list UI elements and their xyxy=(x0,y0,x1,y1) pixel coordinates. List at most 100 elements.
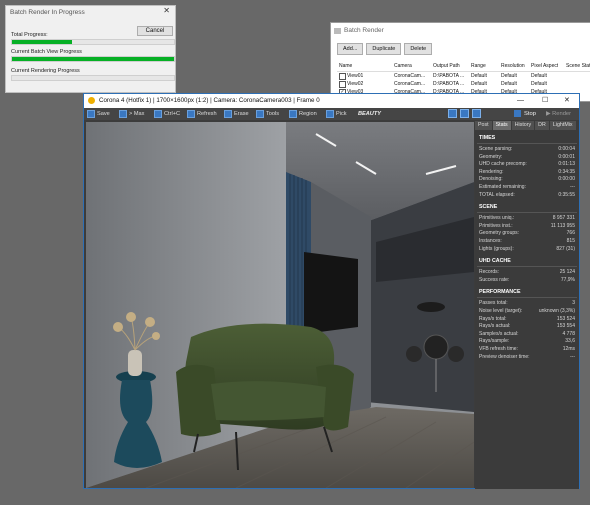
table-header: Name Camera Output Path Range Resolution… xyxy=(337,61,590,72)
stat-value: 0:35:55 xyxy=(558,191,575,198)
column-header-scene-state[interactable]: Scene State xyxy=(566,61,590,71)
stat-label: Scene parsing: xyxy=(479,146,513,152)
column-header-camera[interactable]: Camera xyxy=(394,61,412,71)
batch-render-title-bar: Batch Render xyxy=(331,23,590,39)
tab-lightmix[interactable]: LightMix xyxy=(549,121,576,130)
stat-row: Records: 25 124 xyxy=(479,269,575,276)
stat-row: Scene parsing: 0:00:04 xyxy=(479,146,575,153)
stat-label: Rays/s actual: xyxy=(479,323,511,330)
delete-button[interactable]: Delete xyxy=(404,43,433,55)
section-title-scene: SCENE xyxy=(479,204,498,211)
column-header-name[interactable]: Name xyxy=(339,61,352,71)
maximize-icon[interactable]: ☐ xyxy=(542,94,548,108)
add-button[interactable]: Add... xyxy=(337,43,364,55)
refresh-button[interactable]: Refresh xyxy=(187,109,217,119)
zoom-in-icon[interactable] xyxy=(448,109,457,118)
cell-range: Default xyxy=(471,81,487,87)
checkbox[interactable] xyxy=(339,73,346,80)
close-icon[interactable]: ✕ xyxy=(163,6,170,15)
copy-label: Ctrl+C xyxy=(164,111,181,117)
column-header-output-path[interactable]: Output Path xyxy=(433,61,460,71)
section-title-performance: PERFORMANCE xyxy=(479,289,521,296)
rendering-progress-bar xyxy=(11,75,175,81)
vfb-title: Corona 4 (Hotfix 1) | 1700×1600px (1:2) … xyxy=(99,97,320,104)
cell-resolution: Default xyxy=(501,81,517,87)
stat-row: Samples/s actual: 4 778 xyxy=(479,331,575,338)
cell-camera: CoronaCam... xyxy=(394,81,426,87)
vfb-toolbar: Save > Max Ctrl+C Refresh Erase Tools Re… xyxy=(84,108,579,120)
stat-value: --- xyxy=(570,184,575,190)
stat-label: Rays/sample: xyxy=(479,338,510,345)
stat-label: Rendering: xyxy=(479,168,504,175)
close-icon[interactable]: ✕ xyxy=(564,94,570,108)
batch-render-app-icon xyxy=(334,28,341,34)
batch-view-progress-fill xyxy=(12,57,174,61)
checkbox[interactable] xyxy=(339,81,346,88)
tab-history[interactable]: History xyxy=(511,121,535,130)
erase-label: Erase xyxy=(234,111,249,117)
save-button[interactable]: Save xyxy=(87,109,110,119)
stop-button[interactable]: Stop xyxy=(514,109,536,119)
zoom-out-icon[interactable] xyxy=(460,109,469,118)
render-button[interactable]: ▶ Render xyxy=(546,109,571,119)
tools-icon xyxy=(256,109,264,118)
cell-name: View01 xyxy=(347,73,364,79)
refresh-icon xyxy=(187,109,195,118)
stat-label: UHD cache precomp: xyxy=(479,161,527,168)
cell-range: Default xyxy=(471,73,487,79)
tab-post[interactable]: Post xyxy=(475,121,492,130)
column-header-resolution[interactable]: Resolution xyxy=(501,61,525,71)
region-button[interactable]: Region xyxy=(289,109,317,119)
pick-button[interactable]: Pick xyxy=(326,109,347,119)
panel-tabs: Post Stats History DR LightMix xyxy=(475,121,577,130)
cell-aspect: Default xyxy=(531,73,547,79)
stat-row: Denoising: 0:00:00 xyxy=(479,176,575,183)
stat-value: 0:00:04 xyxy=(558,146,575,152)
column-header-range[interactable]: Range xyxy=(471,61,486,71)
stat-value: 12ms xyxy=(562,346,575,352)
section-divider xyxy=(477,266,577,268)
tools-button[interactable]: Tools xyxy=(256,109,279,119)
erase-icon xyxy=(224,109,232,118)
section-divider xyxy=(477,297,577,299)
zoom-fit-icon[interactable] xyxy=(472,109,481,118)
batch-progress-window: Batch Render In Progress ✕ Cancel Total … xyxy=(5,5,176,93)
render-viewport[interactable] xyxy=(86,122,474,488)
table-row[interactable]: View02 CoronaCam... D:\PABOTA ... Default De… xyxy=(337,80,590,88)
stat-label: Denoising: xyxy=(479,176,503,183)
stat-label: Passes total: xyxy=(479,300,508,307)
stat-row: Instances: 815 xyxy=(479,238,575,245)
stat-row: Lights (groups): 827 (31) xyxy=(479,246,575,253)
section-title-uhd-cache: UHD CACHE xyxy=(479,258,511,265)
stat-row: Estimated remaining: --- xyxy=(479,184,575,191)
stop-label: Stop xyxy=(524,111,536,117)
minimize-icon[interactable]: — xyxy=(517,94,524,108)
stat-label: Samples/s actual: xyxy=(479,330,519,337)
cell-output: D:\PABOTA ... xyxy=(433,81,465,87)
stat-label: Estimated remaining: xyxy=(479,184,526,190)
total-progress-bar xyxy=(11,39,175,45)
stat-row: Rays/s actual: 153 554 xyxy=(479,323,575,330)
render-pass-select[interactable]: BEAUTY xyxy=(358,109,381,119)
stat-row: Geometry: 0:00:01 xyxy=(479,154,575,161)
total-progress-label: Total Progress: xyxy=(11,32,48,38)
tab-stats[interactable]: Stats xyxy=(492,121,511,130)
stat-label: VFB refresh time: xyxy=(479,346,518,352)
stat-label: Geometry: xyxy=(479,153,503,160)
stat-value: 153 554 xyxy=(556,323,575,330)
stat-row: VFB refresh time: 12ms xyxy=(479,346,575,353)
cancel-button[interactable]: Cancel xyxy=(137,26,173,36)
stat-label: Geometry groups: xyxy=(479,230,520,237)
batch-render-window: Batch Render Add... Duplicate Delete Name … xyxy=(330,22,590,102)
tab-dr[interactable]: DR xyxy=(535,121,549,130)
table-row[interactable]: View01 CoronaCam... D:\PABOTA ... Default De… xyxy=(337,72,590,80)
copy-button[interactable]: Ctrl+C xyxy=(154,109,180,119)
column-header-pixel-aspect[interactable]: Pixel Aspect xyxy=(531,61,558,71)
stat-row: Rendering: 0:34:35 xyxy=(479,169,575,176)
stat-label: Noise level (target): xyxy=(479,308,523,314)
stat-row: Rays/s total: 153 524 xyxy=(479,316,575,323)
stat-value: 25 124 xyxy=(559,269,575,276)
duplicate-button[interactable]: Duplicate xyxy=(366,43,402,55)
erase-button[interactable]: Erase xyxy=(224,109,249,119)
send-to-max-button[interactable]: > Max xyxy=(119,109,144,119)
